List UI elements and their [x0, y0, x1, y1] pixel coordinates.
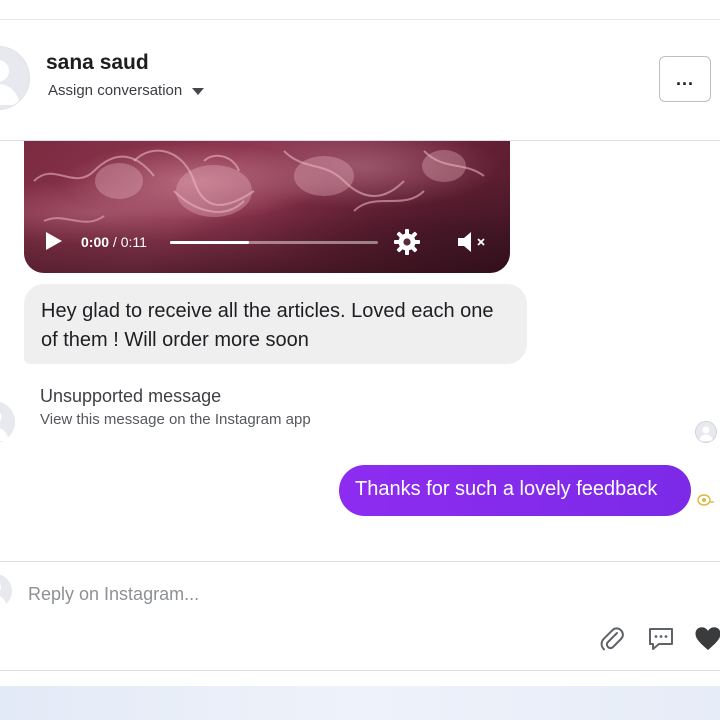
avatar-placeholder-icon: [0, 47, 29, 109]
sender-avatar: [0, 401, 15, 443]
reply-composer: [0, 561, 720, 671]
attach-icon[interactable]: [598, 625, 626, 653]
play-icon[interactable]: [46, 232, 62, 250]
sticker-icon[interactable]: [647, 625, 675, 653]
message-thread[interactable]: 0:00 / 0:11 Hey glad to receive all the …: [0, 141, 720, 561]
contact-name[interactable]: sana saud: [46, 51, 149, 75]
more-options-button[interactable]: ...: [659, 56, 711, 102]
avatar-placeholder-icon: [0, 401, 15, 443]
assign-conversation-dropdown[interactable]: Assign conversation: [48, 82, 205, 99]
video-message[interactable]: 0:00 / 0:11: [24, 141, 510, 273]
composer-avatar: [0, 574, 12, 608]
incoming-message-bubble[interactable]: Hey glad to receive all the articles. Lo…: [24, 284, 527, 364]
caret-down-icon: [192, 88, 205, 95]
video-time-separator: /: [109, 234, 121, 250]
video-progress-fill: [170, 241, 250, 244]
video-controls: 0:00 / 0:11: [24, 215, 510, 273]
read-receipt-avatar: [695, 421, 717, 443]
contact-avatar[interactable]: [0, 46, 30, 110]
avatar-placeholder-icon: [0, 574, 12, 608]
outgoing-message-bubble[interactable]: Thanks for such a lovely feedback: [339, 465, 691, 516]
unsupported-message-title: Unsupported message: [40, 386, 222, 406]
mute-icon[interactable]: [456, 229, 490, 255]
assign-conversation-label: Assign conversation: [48, 82, 183, 99]
unsupported-message-subtitle: View this message on the Instagram app: [40, 411, 311, 428]
gear-icon[interactable]: [393, 228, 421, 256]
conversation-header: sana saud Assign conversation ...: [0, 20, 720, 141]
heart-icon[interactable]: [694, 625, 720, 653]
seen-icon: [697, 494, 714, 506]
avatar-placeholder-icon: [696, 422, 716, 442]
video-current-time: 0:00: [81, 234, 110, 250]
unsupported-message: Unsupported message View this message on…: [40, 386, 311, 428]
bottom-panel-edge: [0, 686, 720, 720]
video-progress-bar[interactable]: [170, 241, 378, 244]
video-duration: 0:11: [120, 234, 147, 250]
video-time: 0:00 / 0:11: [81, 234, 147, 250]
reply-input[interactable]: [28, 580, 668, 608]
more-dots-icon: ...: [675, 69, 694, 89]
